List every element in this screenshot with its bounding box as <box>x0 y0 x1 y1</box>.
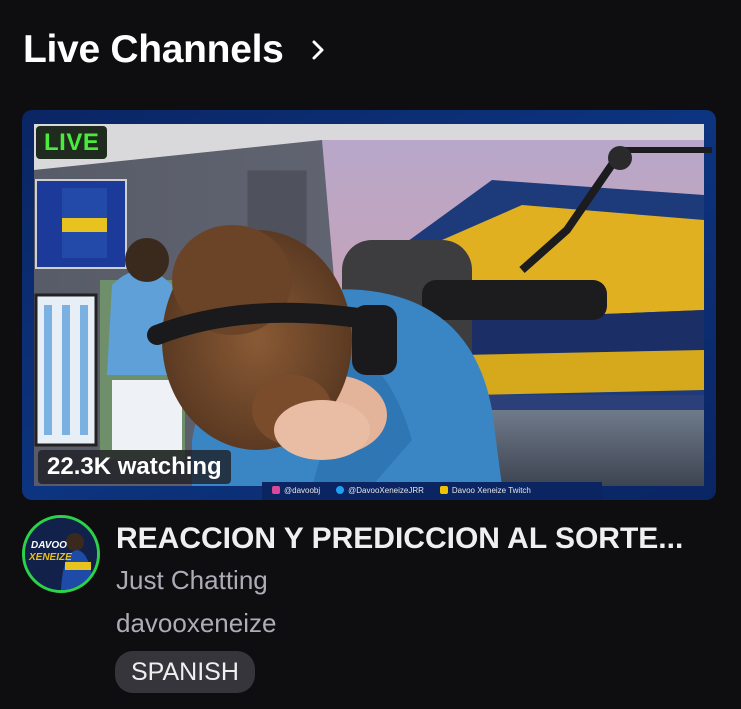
stream-preview-image <box>22 110 716 500</box>
instagram-icon <box>272 486 280 494</box>
overlay-youtube-handle: Davoo Xeneize Twitch <box>451 485 531 495</box>
overlay-twitter-handle: @DavooXeneizeJRR <box>348 485 424 495</box>
section-title: Live Channels <box>23 28 284 71</box>
channel-avatar[interactable]: DAVOO XENEIZE <box>22 515 100 593</box>
avatar-image: DAVOO XENEIZE <box>25 518 97 590</box>
viewer-count-badge: 22.3K watching <box>38 450 231 484</box>
stream-title[interactable]: REACCION Y PREDICCION AL SORTE... <box>116 521 716 557</box>
live-channels-page: Live Channels LIVE 22.3K watching @davoo… <box>0 0 741 709</box>
live-channels-header[interactable]: Live Channels <box>23 26 330 74</box>
avatar-text-line2: XENEIZE <box>28 552 72 563</box>
overlay-youtube: Davoo Xeneize Twitch <box>439 485 531 495</box>
stream-thumbnail[interactable]: LIVE 22.3K watching @davoobj @DavooXenei… <box>22 110 716 500</box>
avatar-text-line1: DAVOO <box>31 540 67 551</box>
twitter-icon <box>336 486 345 494</box>
stream-category[interactable]: Just Chatting <box>116 565 268 595</box>
youtube-icon <box>439 486 448 494</box>
live-badge: LIVE <box>36 126 108 159</box>
overlay-instagram-handle: @davoobj <box>284 485 321 495</box>
channel-name[interactable]: davooxeneize <box>116 608 276 638</box>
overlay-twitter: @DavooXeneizeJRR <box>336 486 424 495</box>
stream-overlay-credits: @davoobj @DavooXeneizeJRR Davoo Xeneize … <box>272 482 592 498</box>
stream-info: DAVOO XENEIZE REACCION Y PREDICCION AL S… <box>22 515 722 695</box>
tag-spanish[interactable]: SPANISH <box>115 651 255 693</box>
chevron-right-icon[interactable] <box>310 26 330 74</box>
overlay-instagram: @davoobj <box>272 486 320 495</box>
